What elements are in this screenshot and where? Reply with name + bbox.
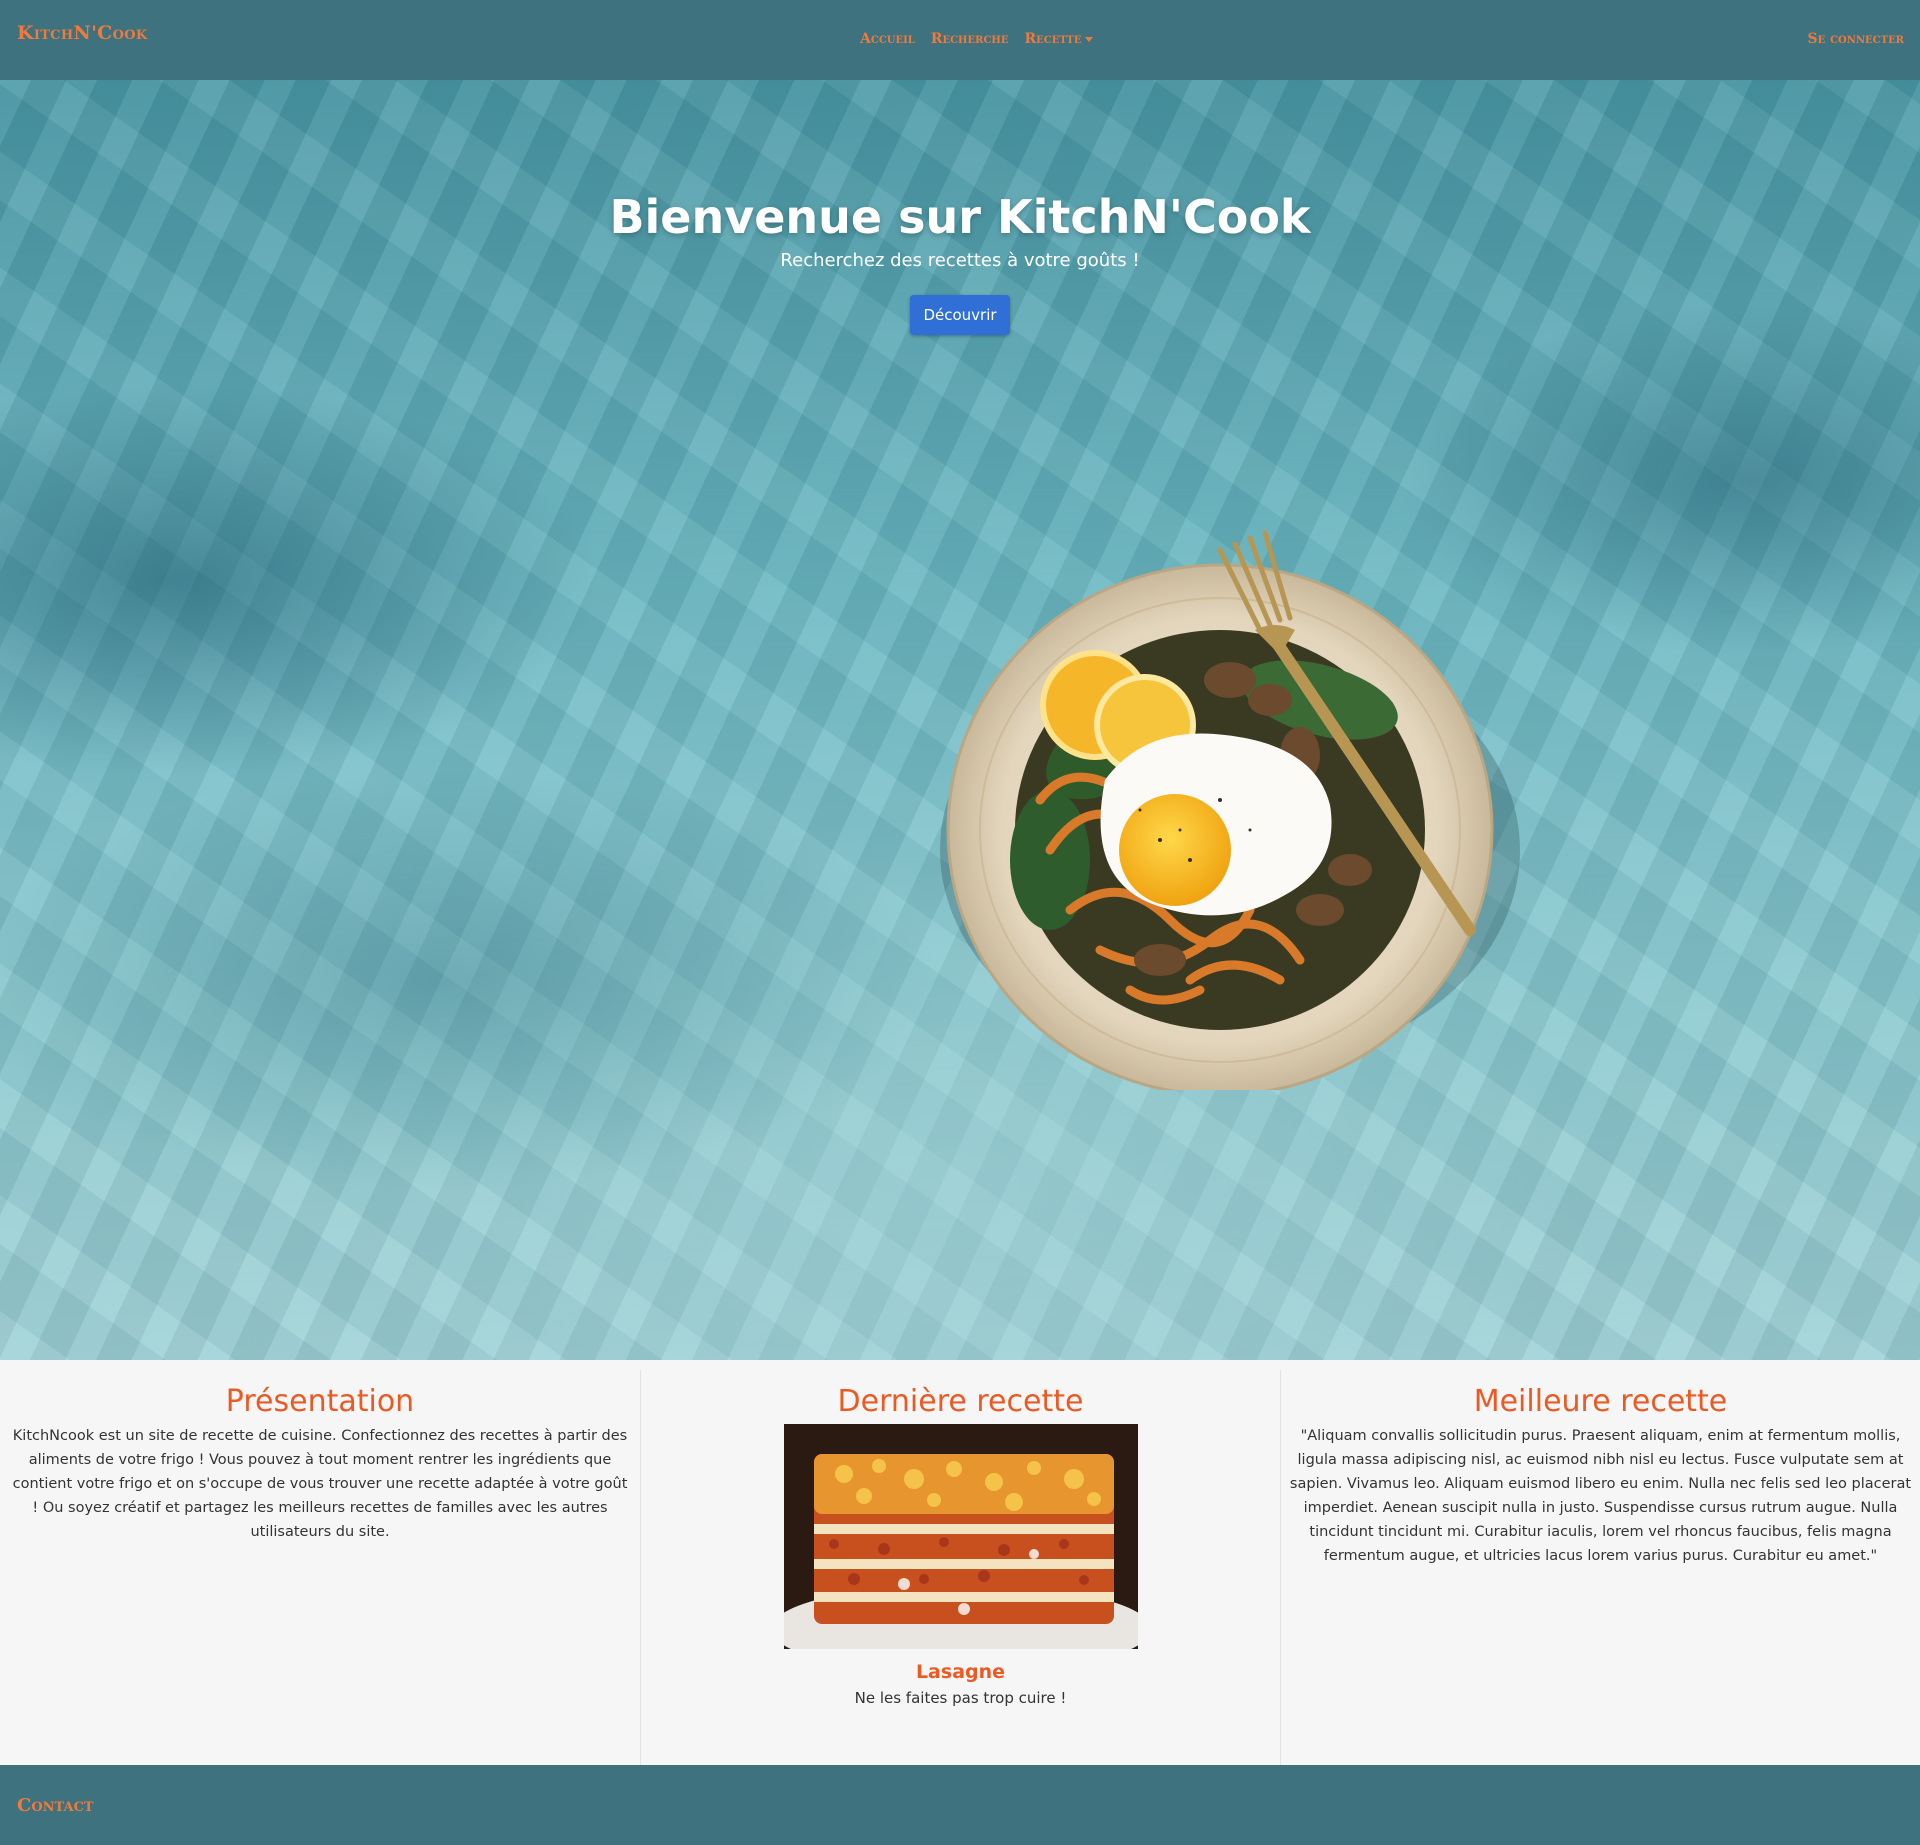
best-recipe-section: Meilleure recette "Aliquam convallis sol… <box>1280 1370 1920 1765</box>
footer: Contact <box>0 1765 1920 1845</box>
nav-dropdown-recette[interactable]: Recette <box>1024 31 1094 47</box>
dropdown-caret-icon <box>1085 36 1094 42</box>
nav-links: Accueil Recherche Recette <box>860 31 1094 47</box>
latest-recipe-name[interactable]: Lasagne <box>641 1661 1280 1683</box>
lasagne-image[interactable] <box>783 1424 1138 1649</box>
hero-banner: Bienvenue sur KitchN'Cook Recherchez des… <box>0 80 1920 1360</box>
discover-button[interactable]: Découvrir <box>910 295 1010 335</box>
nav-link-recherche[interactable]: Recherche <box>931 31 1009 47</box>
nav-link-accueil[interactable]: Accueil <box>860 31 915 47</box>
hero-subtitle: Recherchez des recettes à votre goûts ! <box>780 250 1140 271</box>
brand-logo[interactable]: KitchN'Cook <box>17 22 147 44</box>
best-recipe-text: "Aliquam convallis sollicitudin purus. P… <box>1289 1428 1912 1564</box>
latest-recipe-description: Ne les faites pas trop cuire ! <box>854 1689 1067 1707</box>
nav-dropdown-recette-label: Recette <box>1024 31 1082 47</box>
presentation-title: Présentation <box>225 1384 415 1419</box>
latest-recipe-title: Dernière recette <box>837 1384 1084 1419</box>
content-sections: Présentation KitchNcook est un site de r… <box>0 1360 1920 1765</box>
navbar: KitchN'Cook Accueil Recherche Recette Se… <box>0 0 1920 80</box>
best-recipe-title: Meilleure recette <box>1473 1384 1728 1419</box>
contact-link[interactable]: Contact <box>17 1795 94 1816</box>
presentation-section: Présentation KitchNcook est un site de r… <box>0 1370 640 1765</box>
latest-recipe-section: Dernière recette Lasagne Ne les faites p… <box>640 1370 1280 1765</box>
presentation-text: KitchNcook est un site de recette de cui… <box>12 1428 628 1540</box>
login-link[interactable]: Se connecter <box>1807 31 1904 47</box>
food-bowl-image <box>940 530 1520 1090</box>
hero-title: Bienvenue sur KitchN'Cook <box>609 190 1311 244</box>
